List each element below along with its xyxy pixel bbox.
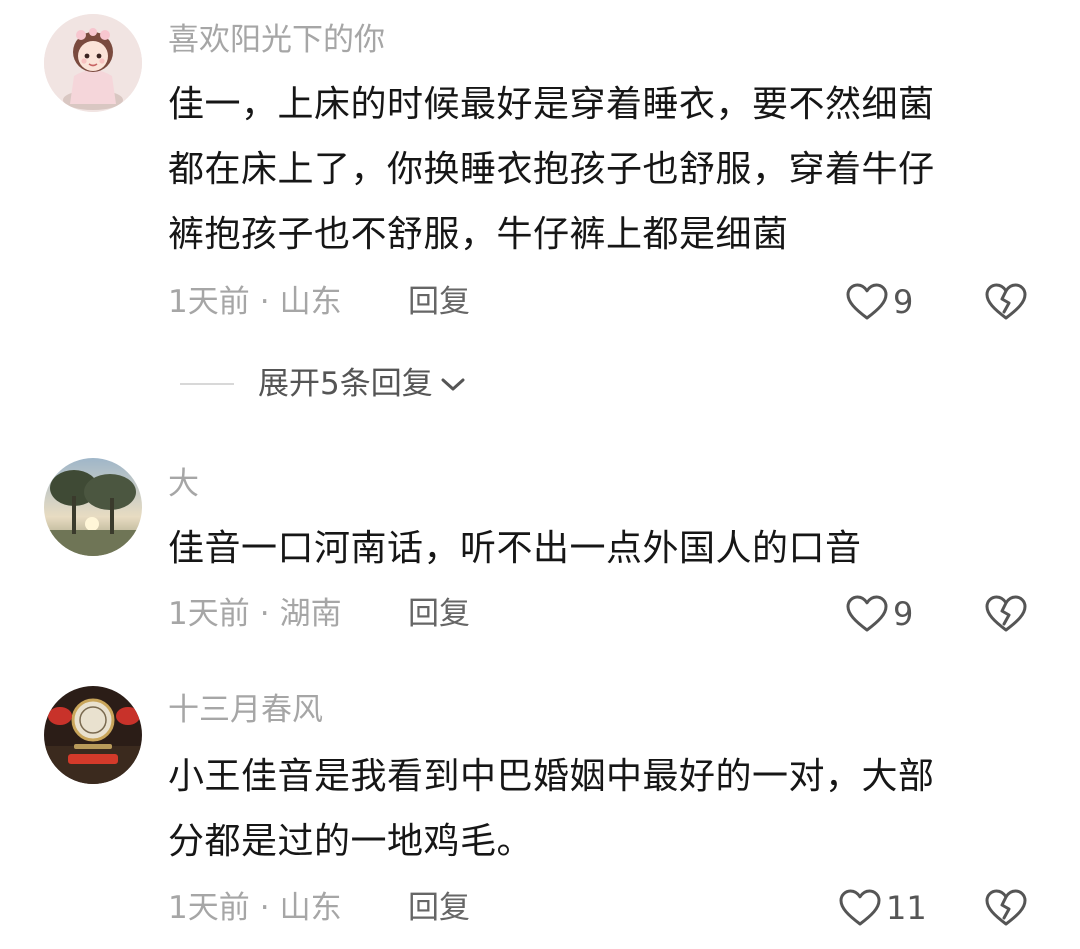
comment-text: 佳一，上床的时候最好是穿着睡衣，要不然细菌 都在床上了，你换睡衣抱孩子也舒服，穿… (168, 72, 1048, 267)
comment-line: 佳音一口河南话，听不出一点外国人的口音 (168, 528, 862, 569)
comment-text: 佳音一口河南话，听不出一点外国人的口音 (168, 516, 1048, 581)
username[interactable]: 喜欢阳光下的你 (168, 20, 385, 60)
username[interactable]: 十三月春风 (168, 690, 323, 730)
comment-time: 1天前 (168, 890, 250, 926)
comment-location: 山东 (279, 284, 342, 320)
comment-line: 都在床上了，你换睡衣抱孩子也舒服，穿着牛仔 (168, 149, 935, 190)
comment-time: 1天前 (168, 596, 250, 632)
like-count: 11 (886, 889, 927, 927)
expand-replies-button[interactable]: 展开5条回复 (180, 364, 467, 404)
dislike-button[interactable] (984, 888, 1028, 932)
broken-heart-icon (985, 283, 1027, 320)
heart-icon (839, 889, 881, 926)
separator-dot: · (259, 596, 270, 632)
like-count: 9 (893, 283, 914, 321)
separator-dot: · (259, 284, 270, 320)
avatar[interactable] (44, 458, 142, 556)
comment-line: 佳一，上床的时候最好是穿着睡衣，要不然细菌 (168, 84, 935, 125)
tree-sunset-avatar-icon (44, 458, 142, 556)
comment-line: 分都是过的一地鸡毛。 (168, 821, 534, 862)
comment-item: 大 佳音一口河南话，听不出一点外国人的口音 1天前 · 湖南 回复 9 (0, 440, 1080, 640)
comment-meta: 1天前 · 山东 回复 (168, 282, 470, 322)
comment-location: 湖南 (279, 596, 342, 632)
heart-icon (846, 595, 888, 632)
avatar[interactable] (44, 686, 142, 784)
reply-button[interactable]: 回复 (408, 888, 470, 928)
like-count: 9 (893, 595, 914, 633)
comment-item: 十三月春风 小王佳音是我看到中巴婚姻中最好的一对，大部 分都是过的一地鸡毛。 1… (0, 668, 1080, 949)
comment-meta: 1天前 · 山东 回复 (168, 888, 470, 928)
broken-heart-icon (985, 889, 1027, 926)
dislike-button[interactable] (984, 594, 1028, 638)
dislike-button[interactable] (984, 282, 1028, 326)
username[interactable]: 大 (168, 464, 199, 504)
expand-replies-label: 展开5条回复 (258, 366, 433, 402)
like-button[interactable]: 11 (838, 888, 927, 928)
comment-line: 裤抱孩子也不舒服，牛仔裤上都是细菌 (168, 214, 789, 255)
chevron-down-icon (441, 378, 465, 391)
broken-heart-icon (985, 595, 1027, 632)
red-emblem-avatar-icon (44, 686, 142, 784)
comment-text: 小王佳音是我看到中巴婚姻中最好的一对，大部 分都是过的一地鸡毛。 (168, 744, 1048, 874)
comment-time: 1天前 (168, 284, 250, 320)
comment-location: 山东 (279, 890, 342, 926)
separator-dot: · (259, 890, 270, 926)
comment-line: 小王佳音是我看到中巴婚姻中最好的一对，大部 (168, 756, 935, 797)
comment-meta: 1天前 · 湖南 回复 (168, 594, 470, 634)
comment-item: 喜欢阳光下的你 佳一，上床的时候最好是穿着睡衣，要不然细菌 都在床上了，你换睡衣… (0, 0, 1080, 350)
reply-button[interactable]: 回复 (408, 282, 470, 322)
like-button[interactable]: 9 (845, 282, 913, 322)
divider-line (180, 383, 234, 385)
heart-icon (846, 283, 888, 320)
reply-button[interactable]: 回复 (408, 594, 470, 634)
like-button[interactable]: 9 (845, 594, 913, 634)
girl-doll-avatar-icon (44, 14, 142, 112)
avatar[interactable] (44, 14, 142, 112)
